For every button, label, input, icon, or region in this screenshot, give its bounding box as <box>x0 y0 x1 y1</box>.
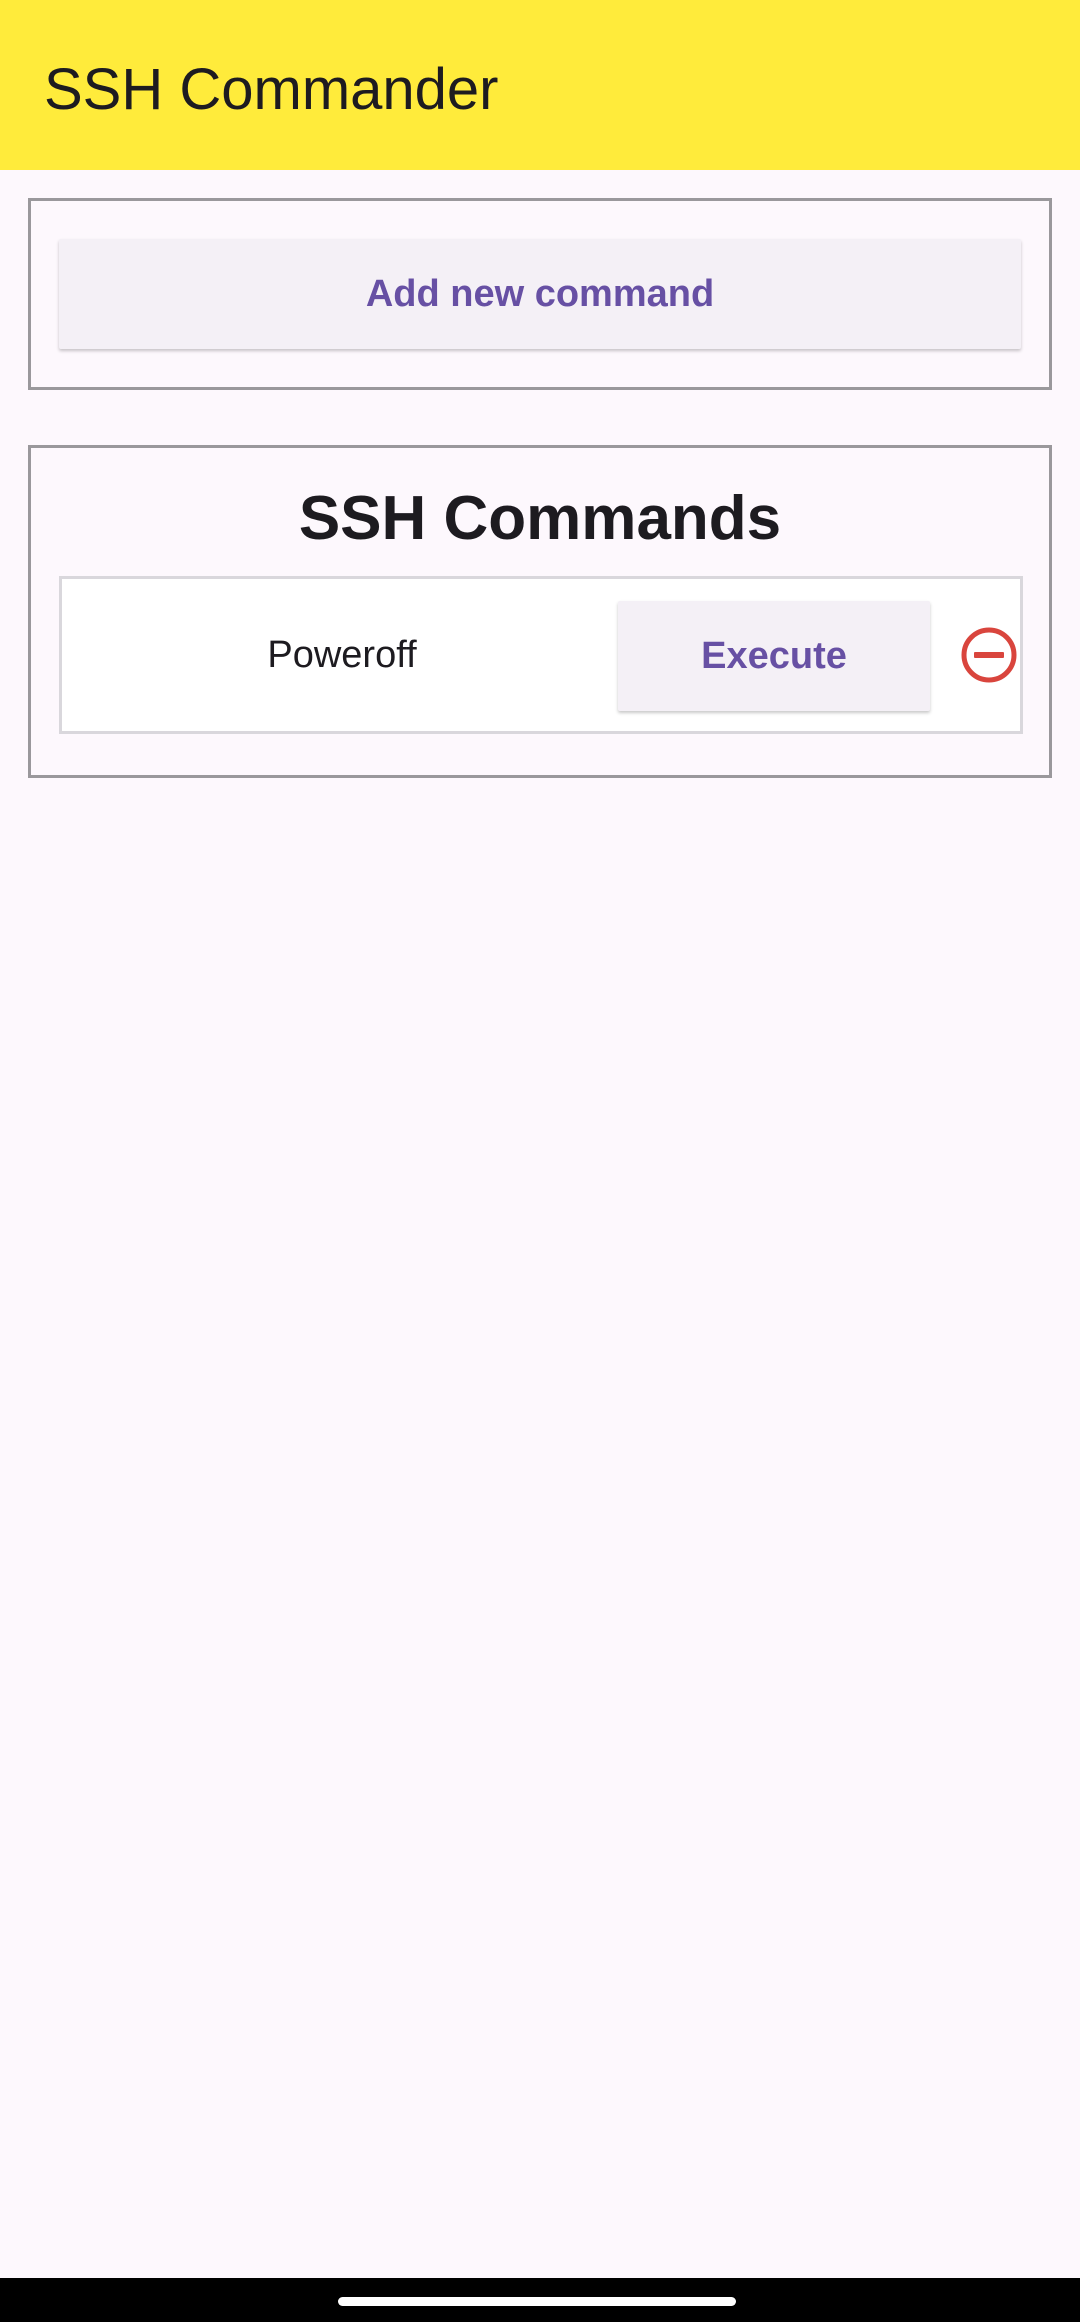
app-bar: SSH Commander <box>0 0 1080 170</box>
home-gesture-handle[interactable] <box>338 2297 736 2306</box>
add-new-command-button[interactable]: Add new command <box>59 239 1021 349</box>
remove-circle-outline-icon <box>961 627 1017 683</box>
app-title: SSH Commander <box>44 57 499 122</box>
section-title: SSH Commands <box>298 484 782 553</box>
ssh-commands-card: SSH Commands Poweroff Execute <box>28 445 1052 778</box>
command-row: Poweroff Execute <box>59 576 1023 734</box>
delete-command-button[interactable] <box>959 625 1019 685</box>
add-command-card: Add new command <box>28 198 1052 390</box>
command-name: Poweroff <box>267 633 417 676</box>
system-navigation-bar <box>0 2278 1080 2322</box>
execute-button[interactable]: Execute <box>618 601 930 711</box>
